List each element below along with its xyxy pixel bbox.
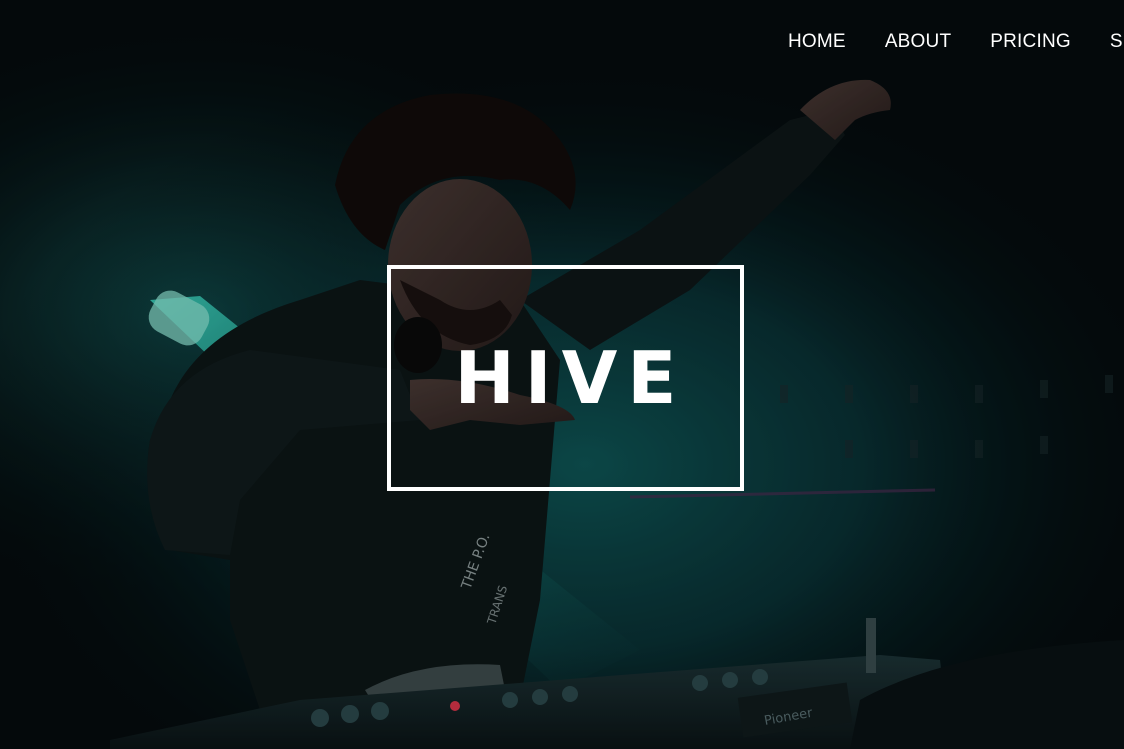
nav-link-home[interactable]: HOME xyxy=(788,30,846,54)
hero-section: THE P.O. TRANS Pioneer HOME ABOUT PRICIN… xyxy=(0,0,1124,749)
hero-logo: HIVE xyxy=(387,265,744,491)
logo-text: HIVE xyxy=(454,336,687,420)
nav-link-about[interactable]: ABOUT xyxy=(885,30,951,54)
nav-link-services[interactable]: SERVICES xyxy=(1110,30,1124,54)
nav-link-pricing[interactable]: PRICING xyxy=(990,30,1071,54)
main-nav: HOME ABOUT PRICING SERVICES xyxy=(788,30,1124,54)
